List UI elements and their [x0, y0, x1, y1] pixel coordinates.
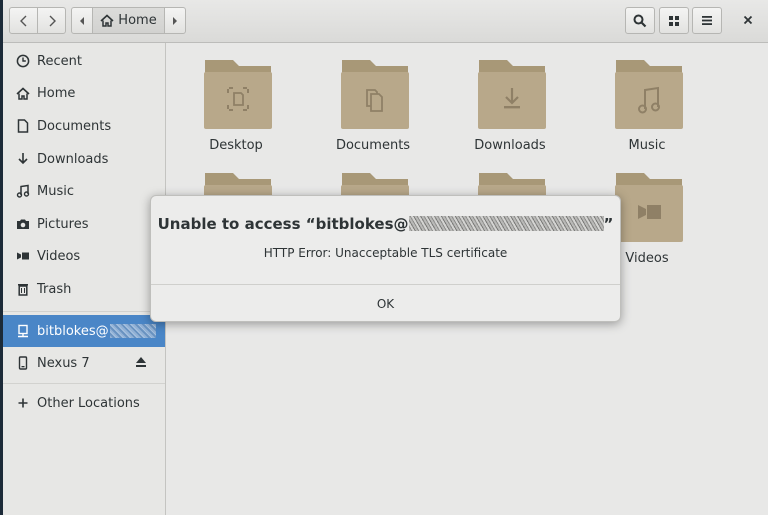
redacted-hostname — [408, 216, 604, 231]
file-manager-window: Home Recent Home Documents Downloads Mus… — [0, 0, 768, 515]
modal-overlay: Unable to access “bitblokes@ ” HTTP Error… — [0, 0, 768, 515]
dialog-title-suffix: ” — [603, 215, 614, 233]
ok-button[interactable]: OK — [151, 285, 620, 322]
dialog-title: Unable to access “bitblokes@ ” — [151, 215, 620, 233]
dialog-message: HTTP Error: Unacceptable TLS certificate — [263, 246, 508, 260]
error-dialog: Unable to access “bitblokes@ ” HTTP Error… — [150, 195, 621, 322]
dialog-title-prefix: Unable to access “bitblokes@ — [157, 215, 409, 233]
desktop-edge — [0, 0, 3, 515]
